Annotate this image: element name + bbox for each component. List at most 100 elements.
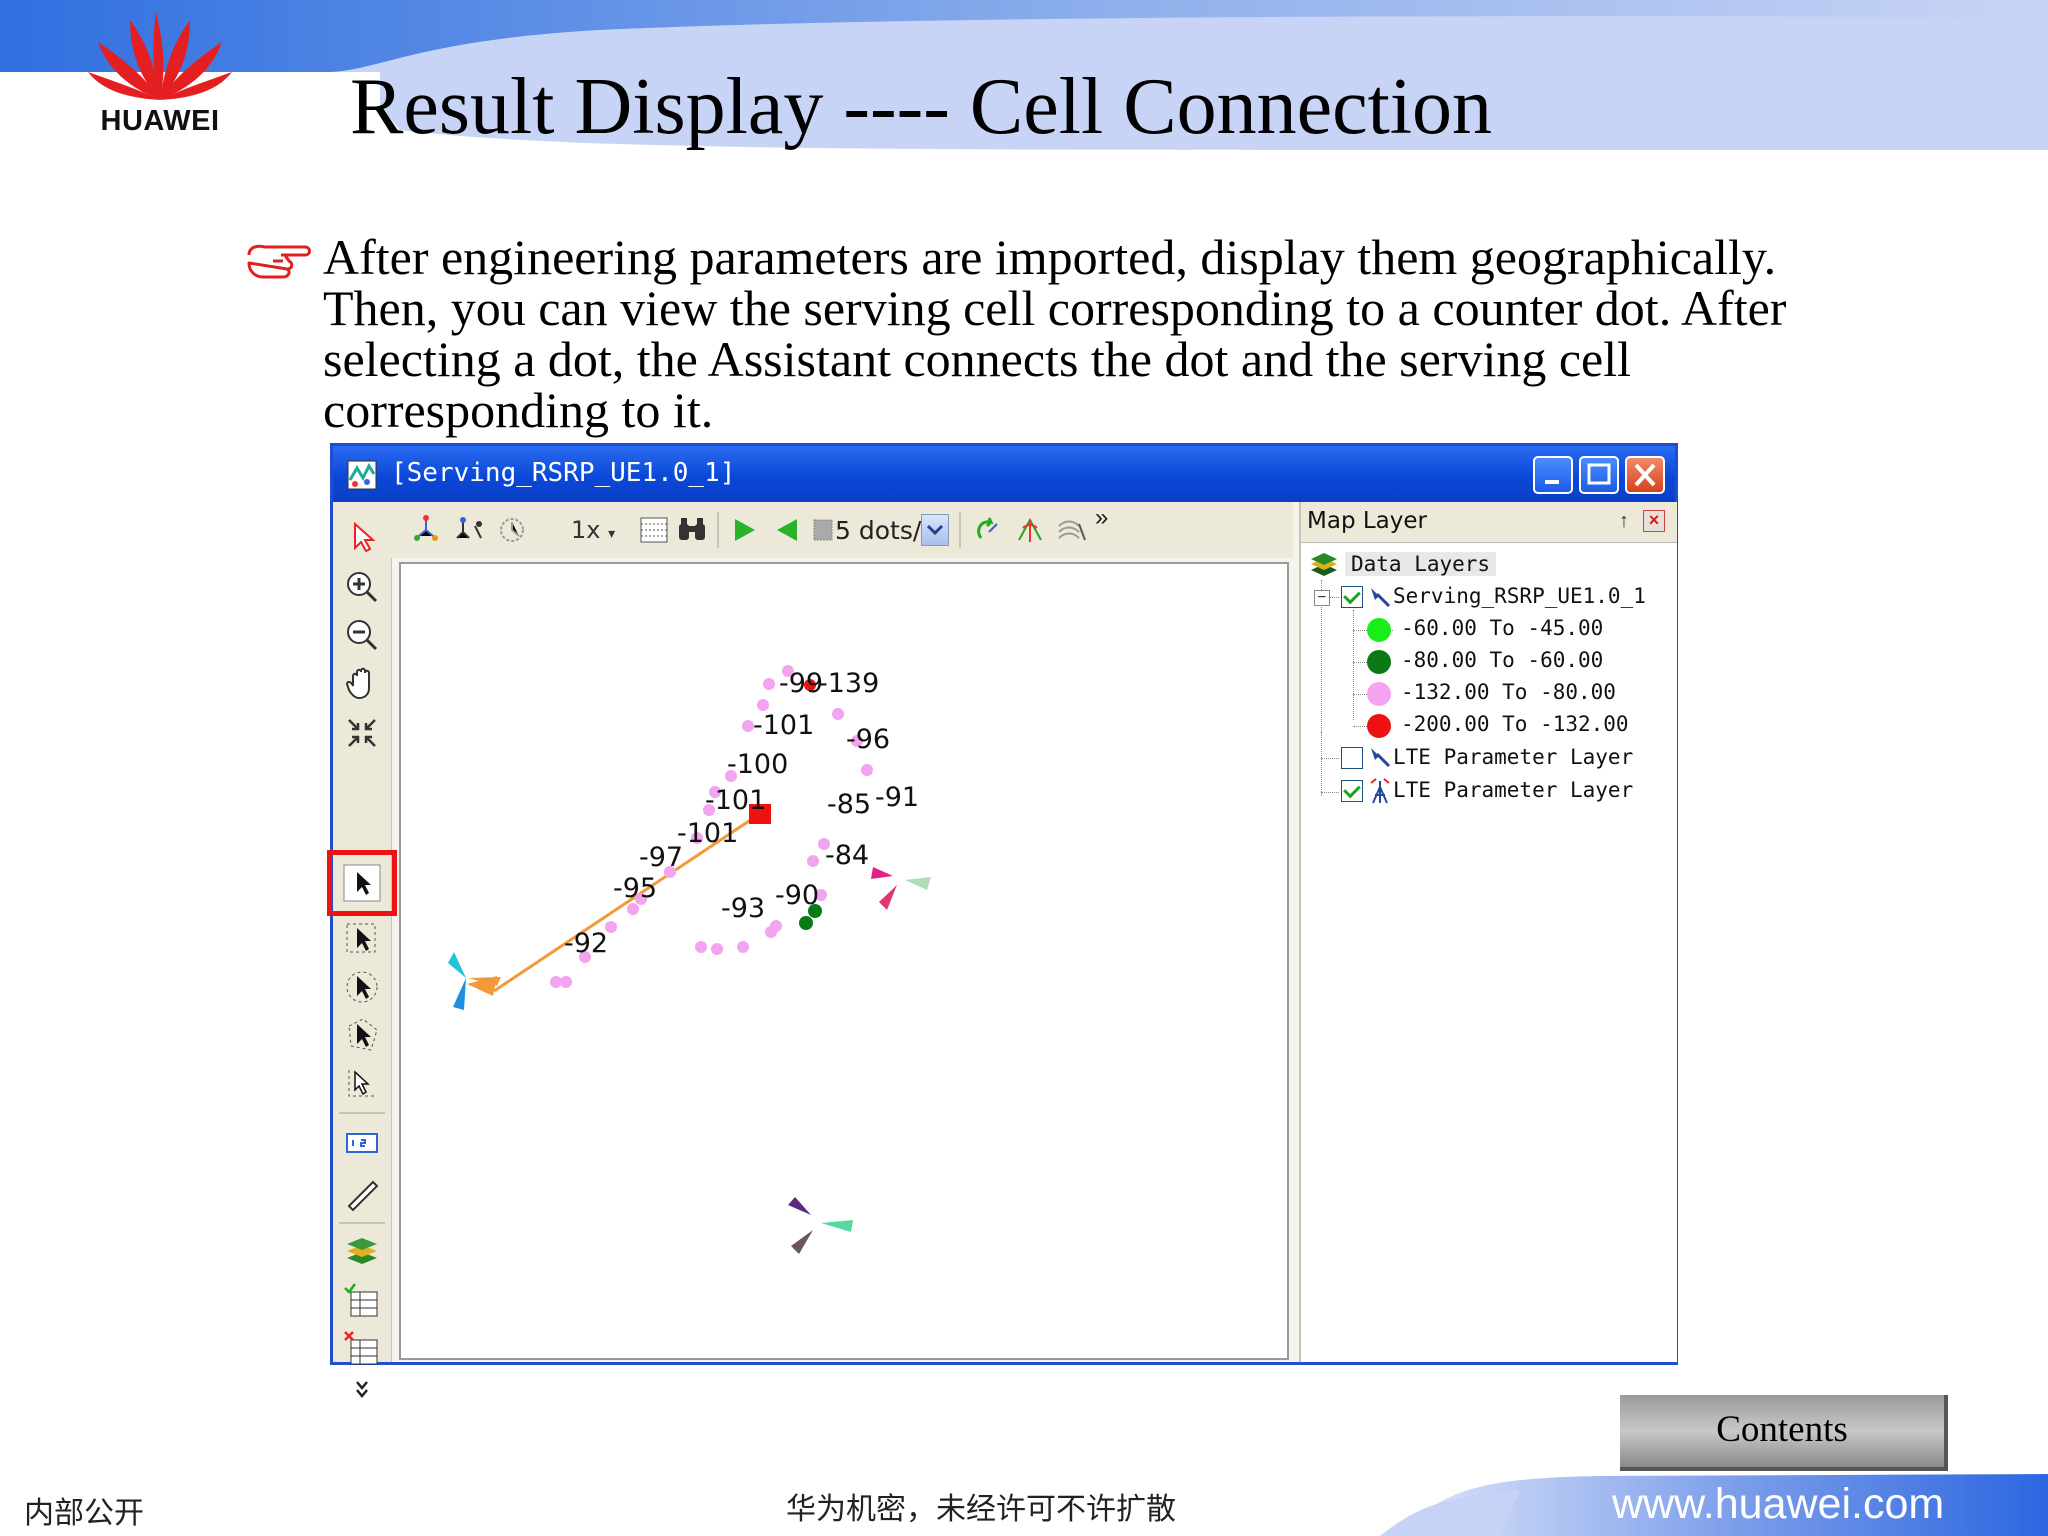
window-titlebar[interactable]: [Serving_RSRP_UE1.0_1] (333, 446, 1675, 502)
left-toolbar (327, 502, 397, 1398)
sector-marker[interactable] (453, 978, 466, 1010)
minimize-button[interactable] (1533, 456, 1573, 494)
layer-checkbox[interactable] (1341, 747, 1363, 769)
data-layers-node[interactable]: Data Layers (1345, 552, 1497, 576)
counter-dot[interactable] (711, 943, 723, 955)
sector-marker[interactable] (788, 1197, 811, 1215)
grid-table-icon[interactable] (637, 514, 671, 546)
map-canvas[interactable]: -99 -139 -101 -96 -100 -101 -85 -91 -101… (399, 562, 1289, 1360)
zoom-factor-dropdown[interactable]: 1x ▾ (571, 516, 615, 544)
stop-icon[interactable] (809, 514, 837, 546)
select-arrow-icon[interactable] (343, 864, 381, 902)
counter-dot[interactable] (737, 941, 749, 953)
antenna-layer-icon (1370, 778, 1390, 804)
app-window: [Serving_RSRP_UE1.0_1] 1x ▾ 5 dots/s » -… (327, 443, 1678, 1398)
rect-select-icon[interactable] (343, 920, 381, 958)
layers-icon[interactable] (343, 1232, 381, 1270)
zoom-out-icon[interactable] (343, 616, 381, 654)
sector-marker[interactable] (879, 885, 897, 910)
cluster-tool-icon[interactable] (495, 514, 529, 546)
close-icon (1634, 463, 1656, 487)
legend-color-dot (1367, 714, 1391, 738)
play-backward-icon[interactable] (771, 514, 805, 546)
polygon-select-icon[interactable] (343, 1016, 381, 1054)
collapse-toggle[interactable]: − (1314, 590, 1330, 606)
site-sector-group-3[interactable] (788, 1197, 853, 1254)
slide-title: Result Display ---- Cell Connection (350, 63, 1493, 151)
table-check-icon[interactable] (343, 1282, 381, 1320)
counter-dot[interactable] (763, 678, 775, 690)
counter-dot[interactable] (832, 708, 844, 720)
neighbor-tool-icon[interactable] (453, 514, 487, 546)
cell-select-icon[interactable] (343, 1064, 381, 1102)
dot-label: -101 (705, 785, 766, 816)
map-window-icon (347, 460, 377, 490)
map-drawing[interactable]: -99 -139 -101 -96 -100 -101 -85 -91 -101… (401, 564, 1287, 1358)
sector-marker[interactable] (905, 877, 931, 890)
layer-name[interactable]: Serving_RSRP_UE1.0_1 (1393, 584, 1646, 608)
pan-hand-icon[interactable] (343, 664, 381, 702)
dot-label: -84 (825, 840, 869, 871)
legend-label: -132.00 To -80.00 (1401, 680, 1616, 704)
table-delete-icon[interactable] (343, 1330, 381, 1368)
toolbar-overflow-button[interactable]: » (1095, 504, 1108, 532)
layer-tree: Data Layers − Serving_RSRP_UE1.0_1 -60.0… (1301, 546, 1677, 946)
toolbar-separator (339, 1222, 385, 1224)
cell-tool-icon[interactable] (409, 514, 443, 546)
toolbar-separator (339, 1112, 385, 1114)
layer-name[interactable]: LTE Parameter Layer (1393, 745, 1633, 769)
ruler-icon[interactable] (343, 1174, 381, 1212)
label-distance-icon[interactable] (343, 1124, 381, 1162)
pin-icon[interactable]: ↑ (1619, 510, 1629, 533)
binoculars-icon[interactable] (675, 514, 709, 546)
chevron-down-icon[interactable] (343, 1378, 381, 1402)
sector-marker[interactable] (791, 1230, 813, 1254)
dot-label: -99 (779, 668, 823, 699)
counter-dot-dark-green[interactable] (799, 916, 813, 930)
legend-label: -200.00 To -132.00 (1401, 712, 1629, 736)
counter-dot[interactable] (770, 920, 782, 932)
legend-color-dot (1367, 682, 1391, 706)
footer-url[interactable]: www.huawei.com (1612, 1480, 1944, 1529)
sector-marker[interactable] (871, 867, 893, 879)
dot-label: -100 (727, 749, 788, 780)
refresh-link-icon[interactable] (971, 514, 1005, 546)
dot-label: -92 (564, 928, 608, 959)
huawei-logo: HUAWEI (85, 5, 235, 145)
counter-dot[interactable] (550, 976, 562, 988)
panel-close-button[interactable]: × (1643, 510, 1665, 532)
footer-classification: 内部公开 (24, 1496, 144, 1531)
pin-layer-icon (1371, 588, 1391, 608)
legend-label: -80.00 To -60.00 (1401, 648, 1604, 672)
fit-extent-icon[interactable] (343, 714, 381, 752)
layer-name[interactable]: LTE Parameter Layer (1393, 778, 1633, 802)
site-sector-group-2[interactable] (871, 867, 931, 910)
pin-layer-icon (1371, 748, 1391, 768)
dot-label: -90 (775, 880, 819, 911)
counter-dot[interactable] (807, 855, 819, 867)
map-layer-panel: Map Layer ↑ × Data Layers − Serving_RSRP… (1299, 502, 1677, 1362)
play-forward-icon[interactable] (727, 514, 761, 546)
playback-speed-field[interactable]: 5 dots/s (835, 516, 934, 545)
antenna-icon[interactable] (1013, 514, 1047, 546)
counter-dot[interactable] (627, 903, 639, 915)
speed-dropdown-button[interactable] (921, 514, 949, 546)
layer-checkbox[interactable] (1341, 586, 1363, 608)
pointer-icon[interactable] (343, 518, 381, 556)
maximize-button[interactable] (1579, 456, 1619, 494)
counter-dot[interactable] (695, 941, 707, 953)
legend-color-dot (1367, 650, 1391, 674)
close-button[interactable] (1625, 456, 1665, 494)
sector-marker[interactable] (448, 952, 466, 978)
counter-dot[interactable] (861, 764, 873, 776)
layer-checkbox[interactable] (1341, 780, 1363, 802)
circle-select-icon[interactable] (343, 968, 381, 1006)
sector-marker[interactable] (821, 1220, 853, 1232)
toolbar-separator (717, 512, 719, 548)
zoom-in-icon[interactable] (343, 568, 381, 606)
slide-body-text: After engineering parameters are importe… (323, 229, 1787, 438)
dot-label: -96 (846, 724, 890, 755)
site-sector-group-1[interactable] (448, 952, 501, 1010)
chevron-down-icon (926, 524, 944, 536)
signal-wave-icon[interactable] (1055, 514, 1089, 546)
